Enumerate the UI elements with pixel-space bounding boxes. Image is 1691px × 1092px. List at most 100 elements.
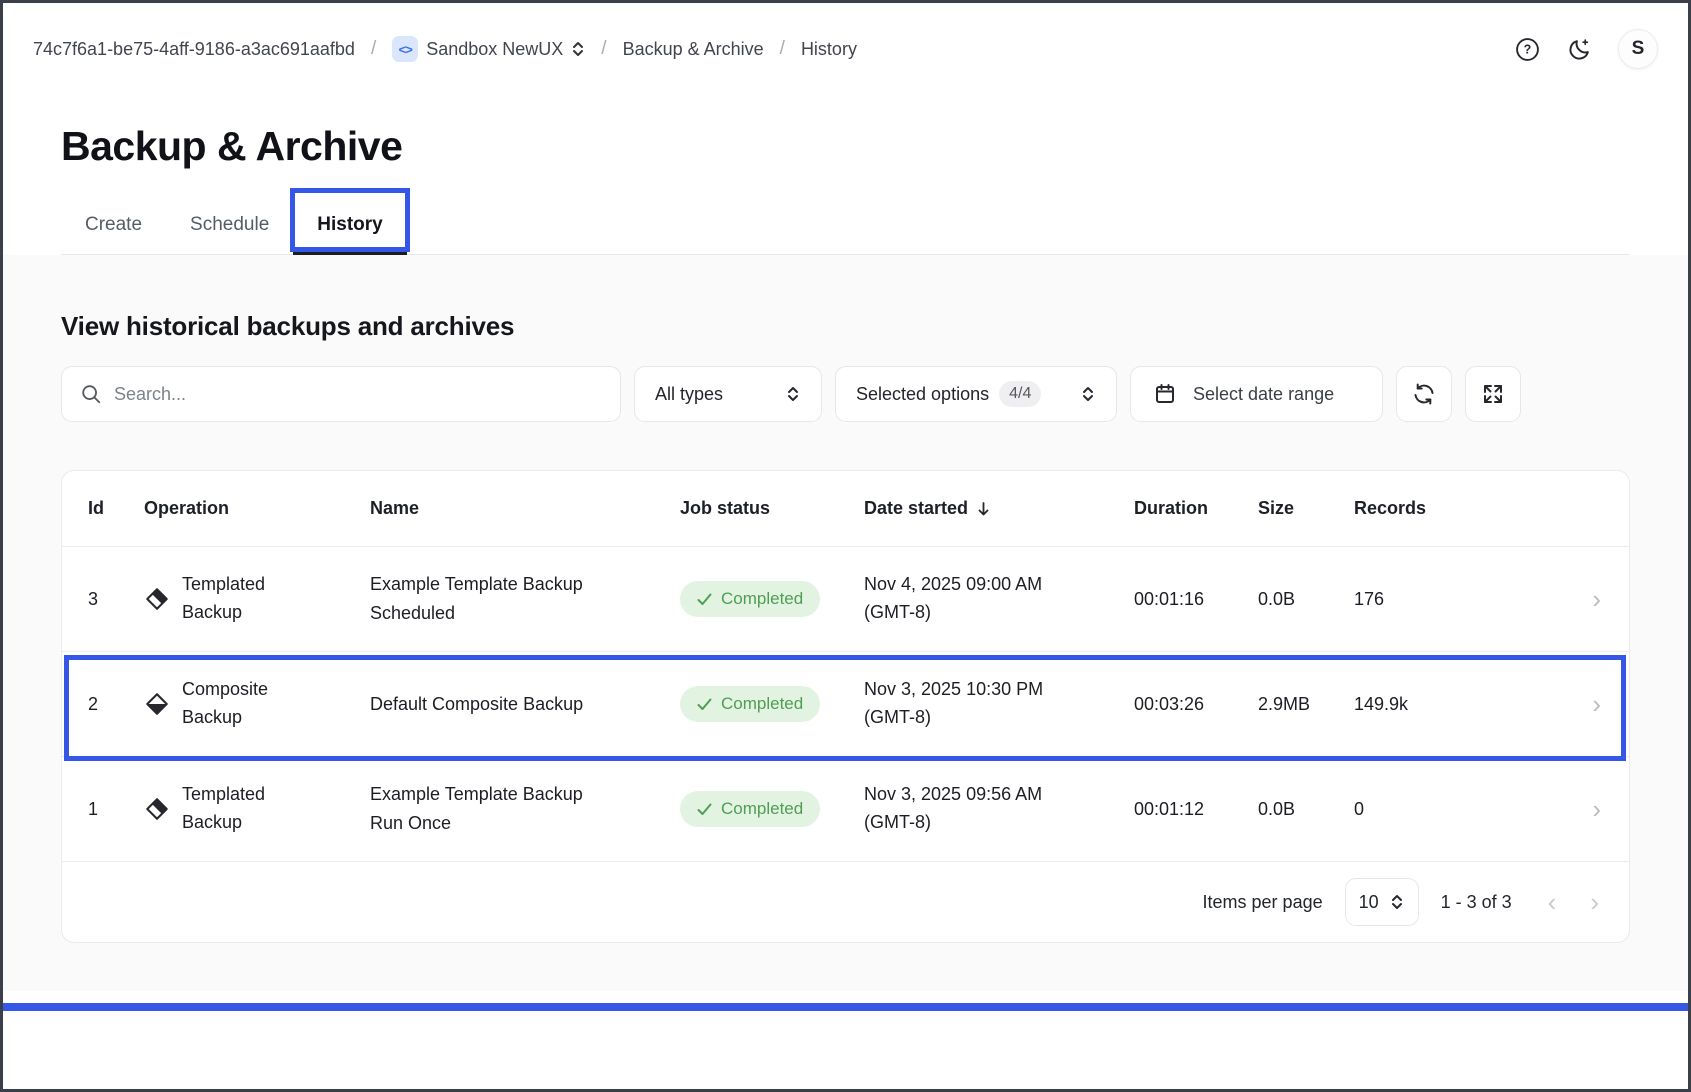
fullscreen-button[interactable] [1465,366,1521,422]
cell-id: 2 [88,694,144,715]
breadcrumb-separator: / [371,38,376,60]
dark-mode-moon-icon[interactable] [1566,36,1592,62]
cell-duration: 00:03:26 [1134,694,1258,715]
pagination-prev-icon[interactable]: ‹ [1548,889,1557,915]
items-per-page-value: 10 [1359,892,1379,913]
col-header-size[interactable]: Size [1258,498,1354,519]
search-box[interactable] [61,366,621,422]
col-header-operation[interactable]: Operation [144,498,370,519]
table-row-id-2[interactable]: 2 Composite Backup Default Composite Bac… [62,651,1629,756]
cell-size: 0.0B [1258,799,1354,820]
options-filter-select[interactable]: Selected options 4/4 [835,366,1117,422]
col-header-records[interactable]: Records [1354,498,1458,519]
cell-id: 1 [88,799,144,820]
calendar-icon [1153,382,1177,406]
col-header-date-started[interactable]: Date started [864,498,1134,519]
date-range-label: Select date range [1193,384,1334,405]
active-tab-indicator [293,251,406,255]
templated-backup-icon [144,586,170,612]
check-icon [697,803,712,816]
cell-duration: 00:01:16 [1134,589,1258,610]
cell-job-status: Completed [680,581,864,617]
timezone-value: (GMT-8) [864,704,1134,732]
row-chevron-right-icon[interactable]: › [1592,586,1603,612]
cell-date-started: Nov 4, 2025 09:00 AM (GMT-8) [864,571,1134,627]
chevron-up-down-icon [1080,384,1096,404]
cell-job-status: Completed [680,686,864,722]
tab-history-label: History [317,214,382,235]
items-per-page-label: Items per page [1203,892,1323,913]
chevron-up-down-icon [785,384,801,404]
breadcrumb-history[interactable]: History [801,39,857,60]
cell-duration: 00:01:12 [1134,799,1258,820]
filter-toolbar: All types Selected options 4/4 Select da… [61,366,1630,422]
status-label: Completed [721,589,803,609]
chevron-up-down-icon [571,40,585,58]
breadcrumb-history-label: History [801,39,857,60]
tab-bar: Create Schedule History [61,196,1630,255]
date-value: Nov 3, 2025 09:56 AM [864,781,1134,809]
status-badge: Completed [680,581,820,617]
cell-size: 0.0B [1258,589,1354,610]
top-bar-actions: ? S [1514,29,1658,69]
tab-schedule[interactable]: Schedule [166,196,293,254]
breadcrumb-org-id[interactable]: 74c7f6a1-be75-4aff-9186-a3ac691aafbd [33,39,355,60]
operation-label: Composite Backup [182,676,286,732]
table-row-id-3[interactable]: 3 Templated Backup Example Template Back… [62,546,1629,651]
tab-history[interactable]: History [293,196,406,254]
cell-date-started: Nov 3, 2025 09:56 AM (GMT-8) [864,781,1134,837]
table-pagination: Items per page 10 1 - 3 of 3 ‹ › [62,861,1629,942]
pagination-next-icon[interactable]: › [1590,889,1599,915]
check-icon [697,698,712,711]
templated-backup-icon [144,796,170,822]
date-range-picker[interactable]: Select date range [1130,366,1383,422]
col-header-duration[interactable]: Duration [1134,498,1258,519]
search-icon [80,383,102,405]
operation-label: Templated Backup [182,781,286,837]
history-table: Id Operation Name Job status Date starte… [61,470,1630,943]
type-filter-value: All types [655,384,723,405]
svg-text:?: ? [1523,42,1531,56]
timezone-value: (GMT-8) [864,599,1134,627]
operation-label: Templated Backup [182,571,286,627]
row-chevron-right-icon[interactable]: › [1592,691,1603,717]
date-value: Nov 3, 2025 10:30 PM [864,676,1134,704]
col-header-job-status[interactable]: Job status [680,498,864,519]
tab-create-label: Create [85,214,142,235]
annotation-bottom-line [3,1003,1688,1011]
col-header-id[interactable]: Id [88,498,144,519]
top-bar: 74c7f6a1-be75-4aff-9186-a3ac691aafbd / <… [3,3,1688,95]
cell-name: Default Composite Backup [370,690,620,719]
items-per-page-select[interactable]: 10 [1345,878,1419,926]
table-row-id-1[interactable]: 1 Templated Backup Example Template Back… [62,756,1629,861]
breadcrumb-environment[interactable]: <> Sandbox NewUX [392,36,585,62]
tab-create[interactable]: Create [61,196,166,254]
options-count-badge: 4/4 [999,381,1041,407]
timezone-value: (GMT-8) [864,809,1134,837]
cell-operation: Templated Backup [144,781,370,837]
user-avatar[interactable]: S [1618,29,1658,69]
row-chevron-right-icon[interactable]: › [1592,796,1603,822]
breadcrumb-separator: / [780,38,785,60]
col-header-name[interactable]: Name [370,498,680,519]
search-input[interactable] [114,384,602,405]
refresh-button[interactable] [1396,366,1452,422]
date-value: Nov 4, 2025 09:00 AM [864,571,1134,599]
cell-operation: Templated Backup [144,571,370,627]
status-badge: Completed [680,686,820,722]
type-filter-select[interactable]: All types [634,366,822,422]
breadcrumb-separator: / [601,38,606,60]
options-filter-label: Selected options [856,384,989,405]
breadcrumb: 74c7f6a1-be75-4aff-9186-a3ac691aafbd / <… [33,36,857,62]
cell-name: Example Template Backup Run Once [370,780,620,838]
breadcrumb-backup-archive[interactable]: Backup & Archive [623,39,764,60]
sort-desc-icon [976,501,991,517]
composite-backup-icon [144,691,170,717]
chevron-up-down-icon [1389,892,1405,912]
cell-operation: Composite Backup [144,676,370,732]
breadcrumb-environment-label: Sandbox NewUX [426,39,563,60]
page-title: Backup & Archive [61,123,1630,170]
help-icon[interactable]: ? [1514,36,1540,62]
cell-records: 176 [1354,589,1458,610]
expand-icon [1481,382,1505,406]
